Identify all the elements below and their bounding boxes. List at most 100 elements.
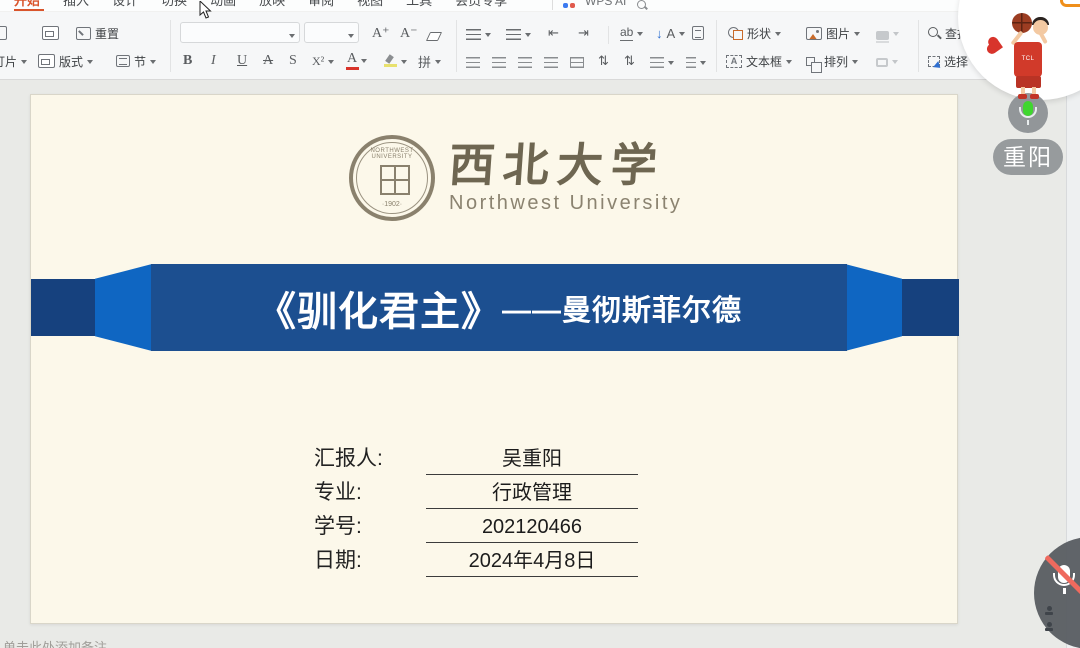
numbering-button[interactable] — [506, 22, 531, 46]
font-color-button[interactable]: A — [347, 48, 367, 72]
chevron-down-icon — [485, 33, 491, 40]
bold-button[interactable]: B — [183, 49, 192, 73]
info-label: 汇报人: — [314, 442, 426, 475]
presenter-info-block[interactable]: 汇报人: 吴重阳 专业: 行政管理 学号: 202120466 日期: 2024… — [314, 441, 638, 577]
slide-canvas[interactable]: NORTHWEST UNIVERSITY ·1902· 西北大学 Northwe… — [30, 94, 958, 624]
chevron-down-icon — [328, 60, 334, 67]
chevron-down-icon — [892, 60, 898, 67]
chevron-down-icon — [637, 32, 643, 39]
slide-subtitle: ——曼彻斯菲尔德 — [502, 287, 742, 329]
arrange-label: 排列 — [824, 53, 848, 70]
chevron-down-icon — [435, 60, 441, 67]
menu-tab-insert[interactable]: 插入 — [63, 0, 89, 11]
player-shoe — [1030, 94, 1039, 99]
layout-dropdown-button[interactable]: 版式 — [38, 49, 93, 73]
small-control-icon[interactable] — [1044, 606, 1054, 615]
seal-ring-text: NORTHWEST UNIVERSITY — [353, 148, 431, 160]
slide-dropdown-button[interactable]: 幻灯片 — [0, 49, 27, 73]
menu-tab-transition[interactable]: 切换 — [161, 0, 187, 11]
select-icon — [928, 56, 940, 67]
bullets-button[interactable] — [466, 22, 491, 46]
distribute-button[interactable] — [570, 50, 584, 74]
slide-label: 幻灯片 — [0, 53, 17, 70]
menu-tab-tools[interactable]: 工具 — [406, 0, 432, 11]
menu-tab-design[interactable]: 设计 — [112, 0, 138, 11]
picture-button[interactable]: 图片 — [806, 21, 860, 45]
character-spacing-button[interactable]: ab — [620, 21, 643, 45]
align-right-icon — [518, 57, 532, 68]
superscript-button[interactable]: X² — [312, 49, 334, 73]
phonetic-label: 拼 — [418, 52, 431, 71]
strikethrough-button[interactable]: A — [263, 49, 273, 73]
chevron-down-icon — [525, 33, 531, 40]
text-direction-button[interactable]: ↓A — [656, 21, 685, 45]
player-shoe — [1018, 94, 1027, 99]
columns-button[interactable] — [686, 50, 706, 74]
spacing-down-icon: ⇅ — [624, 53, 635, 69]
numbered-list-icon — [506, 29, 521, 40]
group-divider — [456, 20, 457, 72]
italic-button[interactable]: I — [211, 49, 216, 73]
decrease-indent-button[interactable]: ⇤ — [548, 21, 559, 45]
increase-font-label: A⁺ — [372, 25, 390, 42]
clear-format-button[interactable] — [428, 24, 440, 48]
line-spacing-button[interactable] — [650, 50, 674, 74]
reset-button[interactable]: 重置 — [76, 21, 119, 45]
arrange-button[interactable]: 排列 — [806, 49, 858, 73]
section-dropdown-button[interactable]: 节 — [116, 49, 156, 73]
shapes-button[interactable]: 形状 — [728, 21, 781, 45]
decrease-font-button[interactable]: A⁻ — [400, 21, 418, 45]
new-slide-button[interactable] — [0, 21, 7, 45]
textbox-button[interactable]: A 文本框 — [726, 49, 792, 73]
mic-active-button[interactable] — [1008, 93, 1048, 133]
menu-tab-view[interactable]: 视图 — [357, 0, 383, 11]
font-color-label: A — [347, 51, 357, 70]
slide-title: 《驯化君主》 — [256, 279, 502, 337]
menu-tab-slideshow[interactable]: 放映 — [259, 0, 285, 11]
shape-fill-button[interactable] — [876, 21, 899, 45]
chevron-down-icon — [401, 60, 407, 67]
wps-ai-button[interactable]: WPS AI — [585, 0, 626, 8]
layout-label: 版式 — [59, 53, 83, 70]
university-name-cn: 西北大学 — [447, 141, 684, 189]
wps-presentation-window: 开始 插入 设计 切换 动画 放映 审阅 视图 工具 会员专享 WPS AI 重 — [0, 0, 1080, 648]
title-banner[interactable]: 《驯化君主》 ——曼彻斯菲尔德 — [151, 264, 847, 351]
indent-icon: ⇥ — [578, 25, 589, 41]
small-control-icon[interactable] — [1044, 622, 1054, 631]
document-icon — [692, 26, 704, 40]
search-icon[interactable] — [636, 0, 648, 11]
outline-icon — [876, 58, 888, 67]
menu-tab-review[interactable]: 审阅 — [308, 0, 334, 11]
font-size-combobox[interactable] — [304, 22, 359, 43]
align-center-button[interactable] — [492, 50, 506, 74]
chevron-down-icon — [893, 32, 899, 39]
justify-button[interactable] — [544, 50, 558, 74]
info-label: 学号: — [314, 510, 426, 543]
shape-outline-button[interactable] — [876, 49, 898, 73]
arrange-icon — [806, 57, 815, 66]
align-left-button[interactable] — [466, 50, 480, 74]
row-spacing-down-button[interactable]: ⇅ — [624, 49, 635, 73]
font-name-combobox[interactable] — [180, 22, 300, 43]
picture-icon — [806, 27, 822, 40]
bullet-list-icon — [466, 29, 481, 40]
new-slide-icon — [0, 26, 7, 40]
chevron-down-icon — [854, 32, 860, 39]
underline-button[interactable]: U — [237, 49, 247, 73]
floating-window-fragment — [1060, 0, 1080, 7]
info-value: 行政管理 — [426, 476, 638, 509]
convert-text-button[interactable] — [692, 21, 704, 45]
menu-tab-member[interactable]: 会员专享 — [455, 0, 507, 11]
row-spacing-up-button[interactable]: ⇅ — [598, 49, 609, 73]
highlight-button[interactable] — [384, 49, 407, 73]
text-shadow-button[interactable]: S — [289, 49, 297, 73]
layout-gallery-button[interactable] — [42, 21, 59, 45]
menu-tab-animation[interactable]: 动画 — [210, 0, 236, 11]
phonetic-guide-button[interactable]: 拼 — [418, 49, 441, 73]
notes-placeholder[interactable]: 单击此处添加备注 — [3, 637, 107, 648]
align-right-button[interactable] — [518, 50, 532, 74]
increase-indent-button[interactable]: ⇥ — [578, 21, 589, 45]
player-shorts — [1016, 76, 1041, 88]
increase-font-button[interactable]: A⁺ — [372, 21, 390, 45]
university-logo[interactable]: NORTHWEST UNIVERSITY ·1902· 西北大学 Northwe… — [349, 135, 682, 221]
